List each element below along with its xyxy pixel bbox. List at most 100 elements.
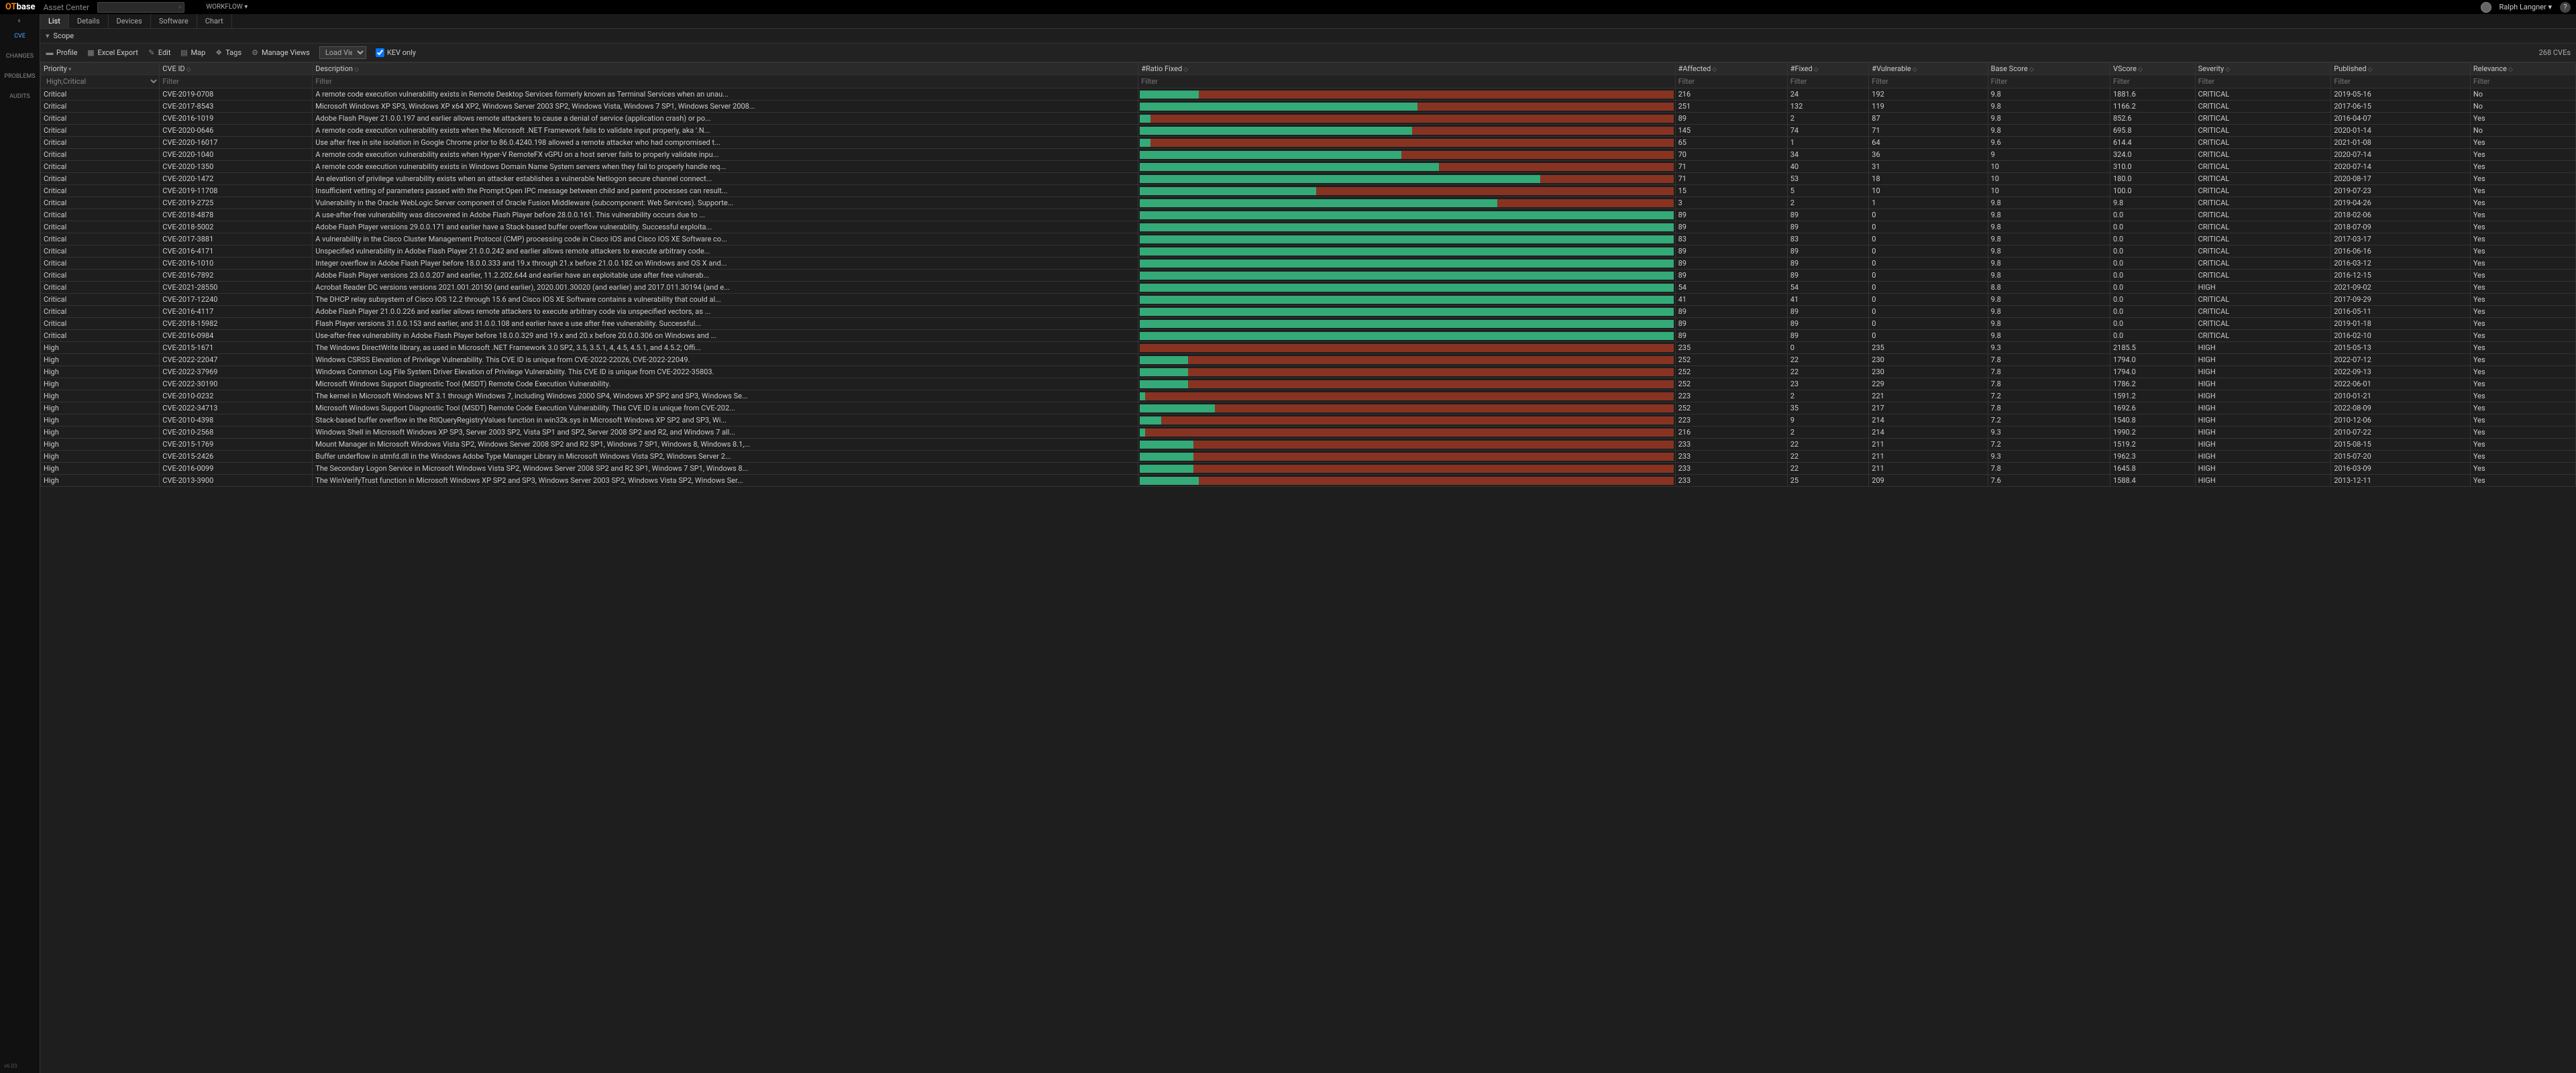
cell-priority: Critical	[41, 185, 160, 197]
table-row[interactable]: CriticalCVE-2021-28550Acrobat Reader DC …	[41, 282, 2576, 294]
cve-grid[interactable]: Priority▾ CVE ID◇ Description◇ #Ratio Fi…	[40, 62, 2576, 1073]
table-row[interactable]: HighCVE-2015-1769Mount Manager in Micros…	[41, 439, 2576, 451]
filter-fixed[interactable]	[1788, 76, 1869, 87]
tab-chart[interactable]: Chart	[197, 14, 232, 28]
tab-list[interactable]: List	[40, 14, 69, 28]
filter-affected[interactable]	[1676, 76, 1787, 87]
manage-views-button[interactable]: ⚙Manage Views	[251, 48, 310, 57]
col-vscore[interactable]: VScore◇	[2110, 63, 2195, 75]
cell-vscore: 0.0	[2110, 318, 2195, 330]
table-row[interactable]: HighCVE-2013-3900The WinVerifyTrust func…	[41, 475, 2576, 487]
nav-collapse-toggle[interactable]: ◐	[0, 14, 40, 26]
table-row[interactable]: CriticalCVE-2020-1040A remote code execu…	[41, 149, 2576, 161]
user-avatar[interactable]	[2481, 2, 2491, 13]
cell-fixed: 5	[1787, 185, 1869, 197]
col-affected[interactable]: #Affected◇	[1675, 63, 1787, 75]
table-row[interactable]: CriticalCVE-2020-0646A remote code execu…	[41, 125, 2576, 137]
nav-item-cve[interactable]: CVE	[0, 26, 40, 46]
nav-item-audits[interactable]: AUDITS	[0, 87, 40, 107]
filter-relevance[interactable]	[2471, 76, 2575, 87]
col-fixed[interactable]: #Fixed◇	[1787, 63, 1869, 75]
table-row[interactable]: CriticalCVE-2016-4171Unspecified vulnera…	[41, 245, 2576, 258]
filter-priority[interactable]: High,Critical	[41, 75, 159, 88]
col-ratio[interactable]: #Ratio Fixed◇	[1138, 63, 1675, 75]
col-priority[interactable]: Priority▾	[41, 63, 160, 75]
col-severity[interactable]: Severity◇	[2195, 63, 2331, 75]
cell-description: The Windows DirectWrite library, as used…	[313, 342, 1138, 354]
cell-fixed: 2	[1787, 390, 1869, 402]
table-row[interactable]: CriticalCVE-2016-4117Adobe Flash Player …	[41, 306, 2576, 318]
filter-cveid[interactable]	[160, 76, 312, 87]
filter-vscore[interactable]	[2110, 76, 2195, 87]
cell-cveid: CVE-2020-16017	[160, 137, 313, 149]
cell-ratio	[1138, 282, 1675, 294]
table-row[interactable]: HighCVE-2022-34713Microsoft Windows Supp…	[41, 402, 2576, 414]
cell-vulnerable: 0	[1869, 294, 1988, 306]
table-row[interactable]: HighCVE-2015-2426Buffer underflow in atm…	[41, 451, 2576, 463]
col-relevance[interactable]: Relevance◇	[2470, 63, 2575, 75]
cell-vscore: 0.0	[2110, 221, 2195, 233]
table-row[interactable]: HighCVE-2010-0232The kernel in Microsoft…	[41, 390, 2576, 402]
edit-button[interactable]: ✎Edit	[148, 48, 171, 57]
table-row[interactable]: HighCVE-2022-30190Microsoft Windows Supp…	[41, 378, 2576, 390]
table-row[interactable]: HighCVE-2010-4398Stack-based buffer over…	[41, 414, 2576, 427]
table-row[interactable]: CriticalCVE-2018-5002Adobe Flash Player …	[41, 221, 2576, 233]
table-row[interactable]: CriticalCVE-2016-1010Integer overflow in…	[41, 258, 2576, 270]
table-row[interactable]: CriticalCVE-2018-4878A use-after-free vu…	[41, 209, 2576, 221]
cell-base: 7.2	[1988, 439, 2110, 451]
scope-toggle-icon[interactable]: ▾	[46, 32, 50, 40]
col-vulnerable[interactable]: #Vulnerable◇	[1869, 63, 1988, 75]
col-base[interactable]: Base Score◇	[1988, 63, 2110, 75]
load-view-select[interactable]: Load View ...	[319, 46, 366, 59]
nav-item-changes[interactable]: CHANGES	[0, 46, 40, 66]
table-row[interactable]: CriticalCVE-2017-3881A vulnerability in …	[41, 233, 2576, 245]
filter-base[interactable]	[1988, 76, 2110, 87]
col-description[interactable]: Description◇	[313, 63, 1138, 75]
table-row[interactable]: CriticalCVE-2019-0708A remote code execu…	[41, 89, 2576, 101]
cell-vulnerable: 0	[1869, 330, 1988, 342]
workflow-menu[interactable]: WORKFLOW ▾	[206, 3, 248, 11]
filter-vulnerable[interactable]	[1869, 76, 1987, 87]
help-icon[interactable]: ?	[2560, 2, 2571, 13]
table-row[interactable]: CriticalCVE-2020-1350A remote code execu…	[41, 161, 2576, 173]
cell-relevance: Yes	[2470, 197, 2575, 209]
tags-button[interactable]: ❖Tags	[215, 48, 241, 57]
table-row[interactable]: HighCVE-2022-22047Windows CSRSS Elevatio…	[41, 354, 2576, 366]
table-row[interactable]: CriticalCVE-2019-2725Vulnerability in th…	[41, 197, 2576, 209]
col-published[interactable]: Published◇	[2331, 63, 2471, 75]
table-row[interactable]: CriticalCVE-2020-1472An elevation of pri…	[41, 173, 2576, 185]
table-row[interactable]: HighCVE-2015-1671The Windows DirectWrite…	[41, 342, 2576, 354]
table-row[interactable]: CriticalCVE-2017-8543Microsoft Windows X…	[41, 101, 2576, 113]
filter-published[interactable]	[2331, 76, 2470, 87]
col-cveid[interactable]: CVE ID◇	[160, 63, 313, 75]
table-row[interactable]: CriticalCVE-2018-15982Flash Player versi…	[41, 318, 2576, 330]
tab-software[interactable]: Software	[151, 14, 197, 28]
map-button[interactable]: ▤Map	[180, 48, 205, 57]
kev-only-checkbox[interactable]: KEV only	[376, 48, 416, 57]
table-row[interactable]: CriticalCVE-2017-12240The DHCP relay sub…	[41, 294, 2576, 306]
table-row[interactable]: CriticalCVE-2016-0984Use-after-free vuln…	[41, 330, 2576, 342]
filter-severity[interactable]	[2196, 76, 2331, 87]
cell-published: 2010-07-22	[2331, 427, 2471, 439]
table-row[interactable]: CriticalCVE-2016-1019Adobe Flash Player …	[41, 113, 2576, 125]
nav-item-problems[interactable]: PROBLEMS	[0, 66, 40, 87]
tags-icon: ❖	[215, 49, 223, 57]
cell-severity: HIGH	[2195, 475, 2331, 487]
cell-ratio	[1138, 294, 1675, 306]
tab-devices[interactable]: Devices	[109, 14, 151, 28]
table-row[interactable]: HighCVE-2016-0099The Secondary Logon Ser…	[41, 463, 2576, 475]
tab-details[interactable]: Details	[69, 14, 109, 28]
profile-button[interactable]: ▬Profile	[46, 48, 77, 57]
cell-base: 9.8	[1988, 318, 2110, 330]
table-row[interactable]: HighCVE-2022-37969Windows Common Log Fil…	[41, 366, 2576, 378]
filter-description[interactable]	[313, 76, 1138, 87]
global-search-input[interactable]: ⌕	[97, 2, 184, 13]
filter-ratio[interactable]	[1138, 76, 1674, 87]
user-menu[interactable]: Ralph Langner ▾	[2500, 3, 2552, 11]
excel-export-button[interactable]: ▦Excel Export	[87, 48, 138, 57]
table-row[interactable]: HighCVE-2010-2568Windows Shell in Micros…	[41, 427, 2576, 439]
table-row[interactable]: CriticalCVE-2019-11708Insufficient vetti…	[41, 185, 2576, 197]
cell-base: 9.8	[1988, 233, 2110, 245]
table-row[interactable]: CriticalCVE-2016-7892Adobe Flash Player …	[41, 270, 2576, 282]
table-row[interactable]: CriticalCVE-2020-16017Use after free in …	[41, 137, 2576, 149]
